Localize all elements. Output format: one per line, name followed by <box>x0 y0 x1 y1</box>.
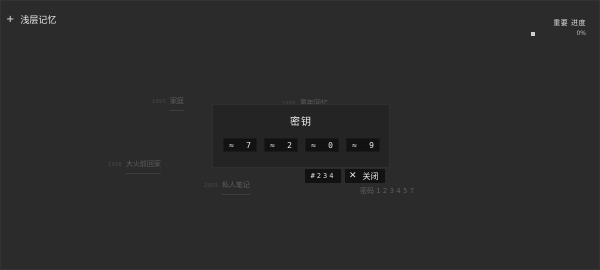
memory-node[interactable]: 2003 私人笔记 <box>204 180 250 195</box>
modal-controls: ✕ 关闭 <box>305 169 385 183</box>
modal-title: 密钥 <box>290 117 312 128</box>
memory-node-year: 2003 <box>204 183 218 189</box>
key-slots: ≈ 7 ≈ 2 ≈ 0 ≈ 9 <box>223 138 380 152</box>
progress-label: 重要 进度 <box>553 19 586 27</box>
key-slot-value: 9 <box>369 140 374 150</box>
game-screen: + 浅层记忆 重要 进度 0% 1993 家庭 1995 童年回忆 1998 大… <box>0 0 600 270</box>
key-slot-4[interactable]: ≈ 9 <box>346 138 380 152</box>
key-slot-value: 2 <box>287 140 292 150</box>
progress-panel: 重要 进度 0% <box>531 18 586 37</box>
memory-node[interactable]: 1993 家庭 <box>152 96 184 111</box>
memory-node-year: 1998 <box>108 162 122 168</box>
key-slot-2[interactable]: ≈ 2 <box>264 138 298 152</box>
close-button[interactable]: ✕ 关闭 <box>345 169 385 183</box>
approx-icon: ≈ <box>352 140 357 150</box>
memory-node[interactable]: 密码 1 2 3 4 5 7 <box>356 186 414 200</box>
memory-node[interactable]: 1998 大火前回家 <box>108 159 161 174</box>
progress-percent: 0% <box>576 30 586 37</box>
progress-row: 0% <box>531 30 586 37</box>
close-icon: ✕ <box>349 171 357 181</box>
key-slot-value: 7 <box>246 140 251 150</box>
key-slot-1[interactable]: ≈ 7 <box>223 138 257 152</box>
approx-icon: ≈ <box>229 140 234 150</box>
key-slot-value: 0 <box>328 140 333 150</box>
page-title: 浅层记忆 <box>20 16 57 26</box>
header: + 浅层记忆 <box>6 13 56 26</box>
memory-node-label: 密码 1 2 3 4 5 7 <box>360 187 415 195</box>
progress-indicator <box>531 31 535 36</box>
close-label: 关闭 <box>362 171 379 181</box>
memory-node-label: 私人笔记 <box>221 180 250 195</box>
approx-icon: ≈ <box>270 140 275 150</box>
code-input[interactable] <box>305 169 341 183</box>
memory-node-label: 家庭 <box>169 96 184 111</box>
approx-icon: ≈ <box>311 140 316 150</box>
key-modal: 密钥 ≈ 7 ≈ 2 ≈ 0 ≈ 9 <box>212 104 390 168</box>
plus-icon[interactable]: + <box>6 14 14 25</box>
key-slot-3[interactable]: ≈ 0 <box>305 138 339 152</box>
memory-node-year: 1993 <box>152 99 166 105</box>
memory-node-label: 大火前回家 <box>125 159 161 174</box>
